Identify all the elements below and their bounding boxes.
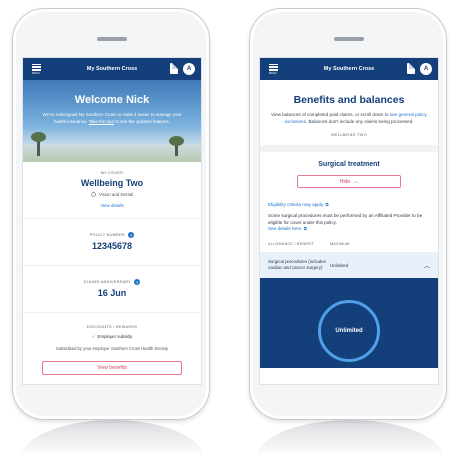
surgery-note: Some surgical procedures must be perform…	[268, 213, 423, 231]
balance-panel: Unlimited	[260, 278, 438, 369]
document-icon[interactable]	[407, 62, 415, 74]
view-benefits-button[interactable]: View benefits	[42, 361, 182, 375]
my-cover-section: MY COVER Wellbeing Two Vision and Dental…	[23, 162, 201, 219]
phone-reflection	[255, 420, 445, 454]
external-link-icon: ⧉	[303, 226, 308, 231]
policy-label: POLICY NUMBER ?	[89, 232, 135, 238]
cover-label: MY COVER	[100, 171, 124, 175]
welcome-banner: Welcome Nick We've redesigned My Souther…	[23, 80, 201, 162]
hide-button[interactable]: Hide ︿	[297, 175, 401, 189]
phone-speaker	[334, 37, 364, 41]
table-header: ALLOWANCE / BENEFIT MAXIMUM	[268, 242, 430, 246]
app-header: MENU My Southern Cross A	[23, 58, 201, 80]
help-icon[interactable]: ?	[128, 232, 135, 238]
cover-name: Wellbeing Two	[80, 178, 144, 188]
table-row[interactable]: Surgical procedures (includes cardiac an…	[260, 252, 438, 279]
see-details-link[interactable]: See details here.	[268, 226, 302, 231]
section-title: Surgical treatment	[318, 161, 380, 169]
balance-ring: Unlimited	[318, 300, 380, 363]
chevron-up-icon: ︿	[423, 263, 430, 270]
col-allowance: ALLOWANCE / BENEFIT	[268, 242, 315, 247]
chevron-up-icon: ︿	[353, 179, 359, 186]
subsidy-text: Subsidised by your employer Southern Cro…	[55, 346, 169, 351]
external-link-icon: ⧉	[325, 202, 329, 208]
app-header: MENU My Southern Cross A	[260, 58, 438, 80]
check-icon: ✓	[91, 334, 96, 339]
avatar[interactable]: A	[183, 63, 195, 75]
tree-image	[31, 132, 46, 156]
discounts-section: DISCOUNTS / REWARDS ✓ Employer subsidy Su…	[23, 313, 201, 375]
row-name: Surgical procedures (includes cardiac an…	[268, 259, 326, 271]
plan-name: WELLBEING TWO	[331, 133, 367, 138]
welcome-text: We've redesigned My Southern Cross to ma…	[42, 112, 182, 124]
tree-image	[169, 136, 184, 156]
page-title: Benefits and balances	[293, 94, 405, 106]
view-details-link[interactable]: View details	[23, 203, 201, 208]
claims-label: CLAIMS ANNIVERSARY ?	[83, 279, 141, 285]
discounts-label: DISCOUNTS / REWARDS	[86, 325, 138, 329]
document-icon[interactable]	[170, 62, 178, 74]
circle-icon	[90, 192, 96, 197]
row-value: Unlimited	[330, 262, 349, 268]
intro-text: View balances of completed paid claims, …	[271, 112, 427, 124]
discount-item: ✓ Employer subsidy	[91, 334, 133, 339]
phone-speaker	[97, 37, 127, 41]
take-tour-link[interactable]: Take the tour	[89, 119, 114, 124]
policy-number: 12345678	[91, 241, 133, 251]
help-icon[interactable]: ?	[134, 279, 141, 285]
phone-reflection	[20, 420, 205, 454]
cover-addon: Vision and Dental	[23, 192, 201, 197]
policy-section: POLICY NUMBER ? 12345678	[23, 219, 201, 266]
section-divider	[260, 145, 438, 153]
welcome-heading: Welcome Nick	[74, 94, 150, 106]
claims-section: CLAIMS ANNIVERSARY ? 16 Jun	[23, 266, 201, 313]
benefits-header: Benefits and balances	[260, 80, 438, 106]
col-maximum: MAXIMUM	[330, 242, 350, 247]
phone-left: MENU My Southern Cross A Welcome Nick We…	[12, 8, 210, 420]
screen-benefits: MENU My Southern Cross A Benefits and ba…	[259, 57, 439, 385]
phone-right: MENU My Southern Cross A Benefits and ba…	[249, 8, 447, 420]
avatar[interactable]: A	[420, 63, 432, 75]
eligibility-link[interactable]: Eligibility criteria may apply. ⧉	[268, 202, 430, 207]
screen-home: MENU My Southern Cross A Welcome Nick We…	[22, 57, 202, 385]
claims-date: 16 Jun	[97, 288, 127, 298]
